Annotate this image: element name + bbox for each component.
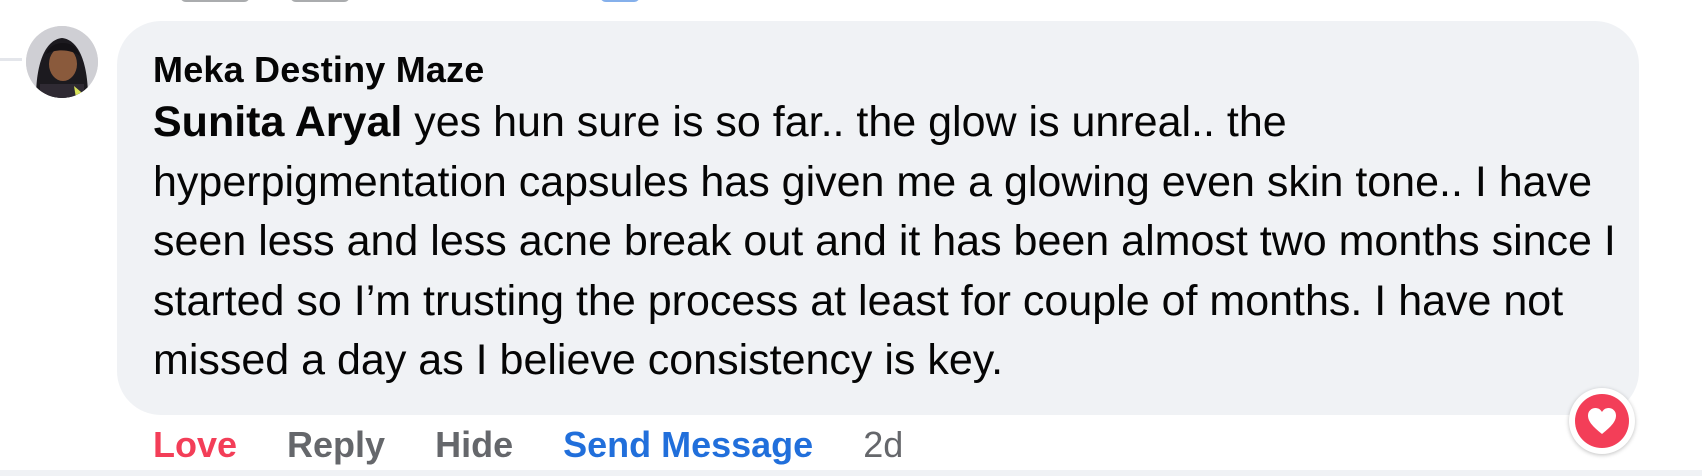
comment-body: Sunita Aryal yes hun sure is so far.. th… (153, 93, 1623, 391)
thread-connector-line (0, 58, 22, 61)
avatar[interactable] (26, 26, 98, 98)
love-button[interactable]: Love (153, 424, 237, 466)
reaction-badge[interactable] (1569, 388, 1635, 454)
comment-bubble: Meka Destiny Maze Sunita Aryal yes hun s… (117, 21, 1639, 415)
reply-button[interactable]: Reply (287, 424, 385, 466)
comment-thread: Meka Destiny Maze Sunita Aryal yes hun s… (0, 0, 1702, 476)
comment-actions: Love Reply Hide Send Message 2d (153, 420, 903, 470)
hide-button[interactable]: Hide (435, 424, 513, 466)
divider (0, 470, 1702, 476)
love-heart-icon (1575, 394, 1629, 448)
profile-photo (26, 26, 98, 98)
previous-comment-actions-fragment (150, 0, 750, 6)
mentioned-user[interactable]: Sunita Aryal (153, 98, 402, 146)
send-message-button[interactable]: Send Message (563, 424, 813, 466)
comment-timestamp[interactable]: 2d (863, 424, 903, 466)
comment-author-name[interactable]: Meka Destiny Maze (153, 49, 485, 91)
